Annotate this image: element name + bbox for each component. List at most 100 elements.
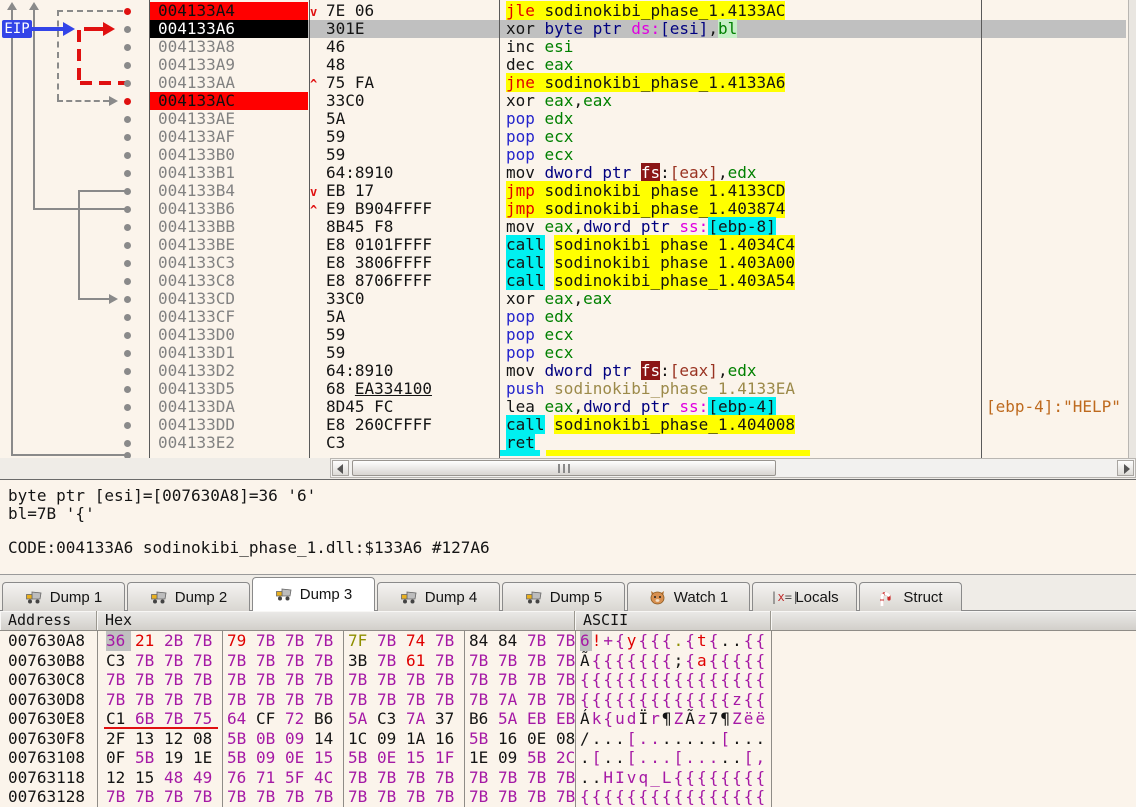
ascii-char[interactable]: { xyxy=(697,670,709,690)
hex-byte[interactable]: 7B xyxy=(377,768,402,788)
hex-byte[interactable]: 48 xyxy=(164,768,189,788)
ascii-char[interactable]: [ xyxy=(720,729,732,749)
ascii-char[interactable]: { xyxy=(592,651,604,671)
hex-byte[interactable]: 7B xyxy=(285,651,310,671)
ascii-char[interactable]: / xyxy=(580,729,592,749)
address-cell[interactable]: 004133A9 xyxy=(150,56,308,74)
hex-byte[interactable]: CF xyxy=(256,709,281,729)
hex-byte[interactable]: 0E xyxy=(527,729,552,749)
hex-byte[interactable]: 1E xyxy=(469,748,494,768)
hex-byte[interactable]: 7F xyxy=(348,631,373,651)
tab-dump-4[interactable]: Dump 4 xyxy=(377,582,500,611)
instruction-cell[interactable]: pop ecx xyxy=(498,146,980,164)
address-cell[interactable]: 004133CF xyxy=(150,308,308,326)
ascii-char[interactable]: . xyxy=(720,748,732,768)
tab-dump-1[interactable]: Dump 1 xyxy=(2,582,125,611)
ascii-char[interactable]: z xyxy=(732,690,744,710)
ascii-char[interactable]: ! xyxy=(592,631,604,651)
hex-byte[interactable]: 7B xyxy=(256,787,281,807)
instruction-dot[interactable] xyxy=(124,170,131,177)
ascii-char[interactable]: Á xyxy=(580,709,592,729)
hex-byte[interactable]: 0E xyxy=(377,748,402,768)
ascii-char[interactable]: { xyxy=(732,651,744,671)
hex-byte[interactable]: 16 xyxy=(435,729,460,749)
disasm-row[interactable]: 004133B059pop ecx xyxy=(150,146,1126,164)
hex-byte[interactable]: 7B xyxy=(135,651,160,671)
ascii-char[interactable]: { xyxy=(697,768,709,788)
hex-byte[interactable]: 7B xyxy=(377,631,402,651)
breakpoint-dot[interactable] xyxy=(124,8,131,15)
hex-byte[interactable]: 7B xyxy=(285,670,310,690)
ascii-char[interactable]: . xyxy=(592,768,604,788)
instruction-cell[interactable]: jle sodinokibi_phase_1.4133AC xyxy=(498,2,980,20)
instruction-cell[interactable]: xor byte ptr ds:[esi],bl xyxy=(498,20,980,38)
ascii-char[interactable]: { xyxy=(744,670,756,690)
dump-header-address[interactable]: Address xyxy=(0,611,97,630)
hex-byte[interactable]: 5B xyxy=(527,748,552,768)
hex-byte[interactable]: 5A xyxy=(348,709,373,729)
hex-byte[interactable]: 7B xyxy=(314,670,339,690)
hex-byte[interactable]: C3 xyxy=(377,709,402,729)
disasm-row[interactable]: 004133BB8B45 F8mov eax,dword ptr ss:[ebp… xyxy=(150,218,1126,236)
hex-byte[interactable]: 7B xyxy=(527,787,552,807)
ascii-char[interactable]: . xyxy=(592,729,604,749)
hex-byte[interactable]: 7B xyxy=(106,787,131,807)
ascii-char[interactable]: 6 xyxy=(580,631,592,651)
hex-byte[interactable]: 2C xyxy=(556,748,581,768)
address-cell[interactable]: 004133D1 xyxy=(150,344,308,362)
ascii-char[interactable]: . xyxy=(580,768,592,788)
instruction-cell[interactable]: jmp sodinokibi_phase_1.4133CD xyxy=(498,182,980,200)
instruction-cell[interactable]: pop edx xyxy=(498,110,980,128)
instruction-dot[interactable] xyxy=(124,260,131,267)
ascii-char[interactable]: { xyxy=(603,787,615,807)
hex-byte[interactable]: 14 xyxy=(314,729,339,749)
ascii-char[interactable]: I xyxy=(615,768,627,788)
address-cell[interactable]: 004133AA xyxy=(150,74,308,92)
ascii-char[interactable]: { xyxy=(650,690,662,710)
ascii-char[interactable]: { xyxy=(615,670,627,690)
hex-byte[interactable]: 7B xyxy=(469,651,494,671)
hex-byte[interactable]: 74 xyxy=(406,631,431,651)
tab-dump-5[interactable]: Dump 5 xyxy=(502,582,625,611)
hex-byte[interactable]: 7B xyxy=(348,787,373,807)
hex-byte[interactable]: 64 xyxy=(227,709,252,729)
ascii-char[interactable]: { xyxy=(639,651,651,671)
instruction-dot[interactable] xyxy=(124,80,131,87)
ascii-char[interactable]: . xyxy=(732,729,744,749)
ascii-char[interactable]: a xyxy=(697,651,709,671)
hex-byte[interactable]: 7B xyxy=(164,690,189,710)
ascii-char[interactable]: [ xyxy=(627,729,639,749)
hex-byte[interactable]: 7B xyxy=(435,651,460,671)
ascii-char[interactable]: . xyxy=(744,729,756,749)
hex-byte[interactable]: 7B xyxy=(164,651,189,671)
ascii-char[interactable]: { xyxy=(650,787,662,807)
tab-struct[interactable]: Struct xyxy=(859,582,962,611)
ascii-char[interactable]: { xyxy=(580,690,592,710)
ascii-char[interactable]: { xyxy=(685,670,697,690)
hex-byte[interactable]: 7B xyxy=(314,690,339,710)
ascii-char[interactable]: { xyxy=(674,787,686,807)
dump-view[interactable]: Address Hex ASCII 007630A836212B7B797B7B… xyxy=(0,611,1136,807)
ascii-char[interactable]: + xyxy=(603,631,615,651)
ascii-char[interactable]: { xyxy=(639,670,651,690)
ascii-char[interactable]: . xyxy=(720,631,732,651)
ascii-char[interactable]: v xyxy=(627,768,639,788)
instruction-dot[interactable] xyxy=(124,44,131,51)
instruction-cell[interactable]: pop ecx xyxy=(498,326,980,344)
address-cell[interactable]: 004133AF xyxy=(150,128,308,146)
instruction-dot[interactable] xyxy=(124,224,131,231)
hex-byte[interactable]: 84 xyxy=(498,631,523,651)
ascii-char[interactable]: [ xyxy=(592,748,604,768)
hex-byte[interactable]: 7B xyxy=(527,768,552,788)
ascii-char[interactable]: . xyxy=(603,748,615,768)
disasm-row[interactable]: 004133B4vEB 17jmp sodinokibi_phase_1.413… xyxy=(150,182,1126,200)
hex-byte[interactable]: 7B xyxy=(469,670,494,690)
ascii-char[interactable]: { xyxy=(744,690,756,710)
hex-byte[interactable]: 7B xyxy=(256,651,281,671)
ascii-char[interactable]: { xyxy=(639,787,651,807)
disasm-row[interactable]: 004133DA8D45 FClea eax,dword ptr ss:[ebp… xyxy=(150,398,1126,416)
ascii-char[interactable]: { xyxy=(603,690,615,710)
hex-byte[interactable]: 2F xyxy=(106,729,131,749)
instruction-dot[interactable] xyxy=(124,440,131,447)
ascii-char[interactable]: r xyxy=(650,709,662,729)
